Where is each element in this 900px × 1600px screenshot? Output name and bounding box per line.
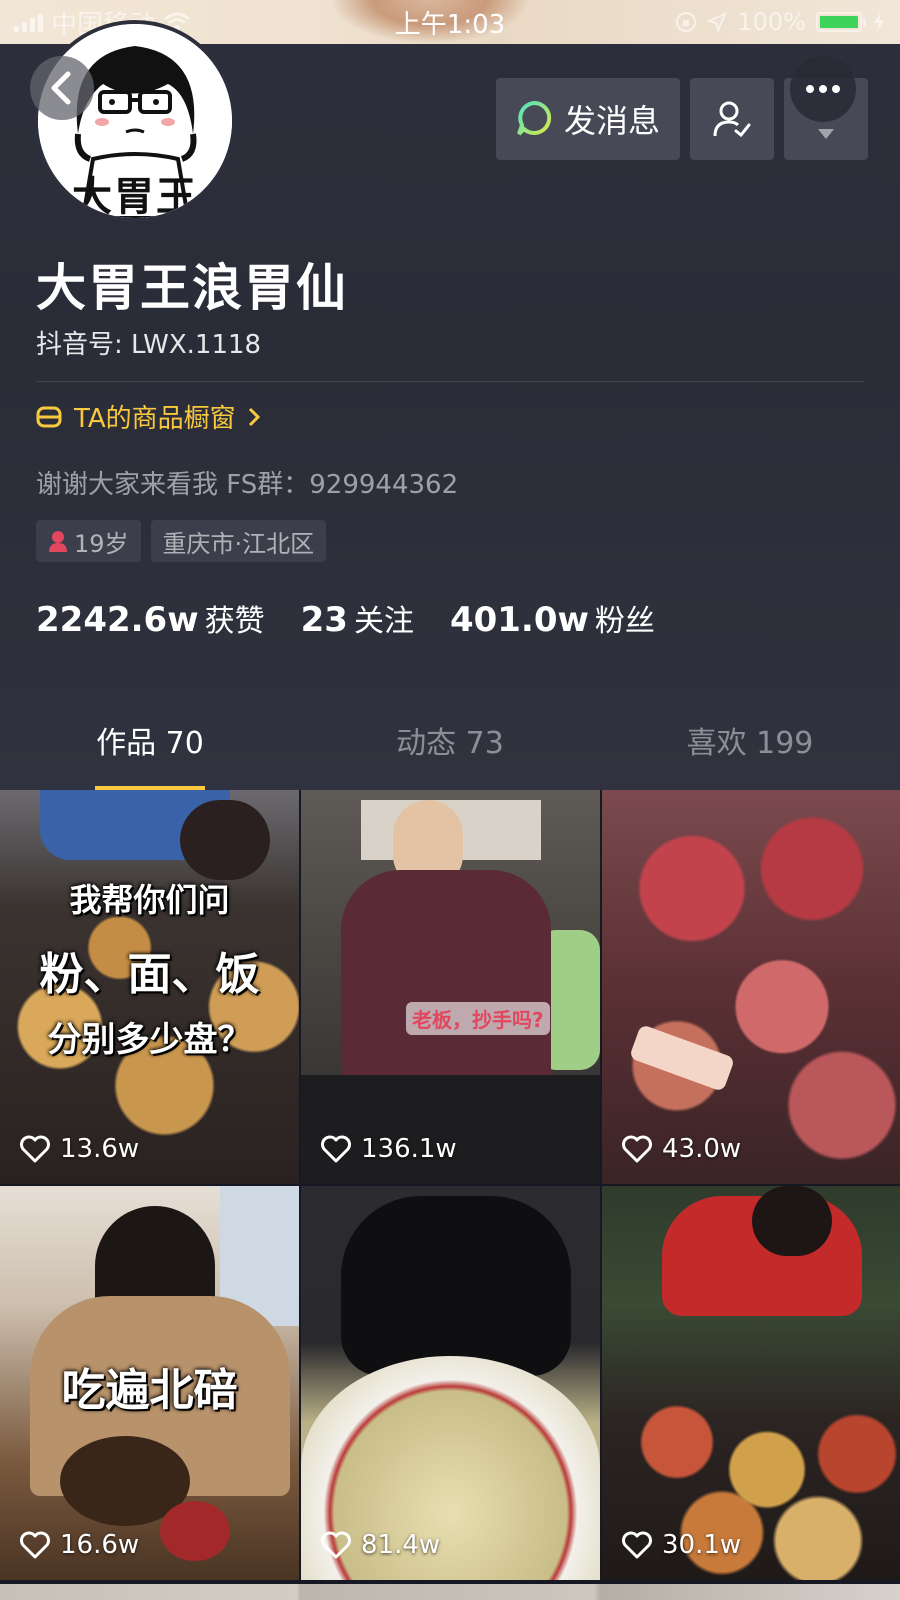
profile-tabs: 作品 70 动态 73 喜欢 199 <box>0 700 900 790</box>
fans-count: 401.0w <box>449 600 589 640</box>
signal-icon <box>14 12 43 32</box>
avatar[interactable]: 大胃王 <box>34 20 236 222</box>
location-tag: 重庆市·江北区 <box>150 520 327 562</box>
tab-activity[interactable]: 动态 73 <box>300 700 600 790</box>
likes-label: 获赞 <box>204 604 265 639</box>
shop-icon <box>36 406 62 427</box>
video-overlay-text: 分别多少盘？ <box>47 1020 252 1060</box>
more-options-button[interactable] <box>790 56 856 122</box>
orientation-lock-icon <box>676 12 697 32</box>
age-label: 19岁 <box>74 529 129 558</box>
female-icon <box>49 531 67 552</box>
chevron-left-icon <box>51 71 71 105</box>
likes-count: 2242.6w <box>36 600 199 640</box>
age-tag: 19岁 <box>36 520 141 562</box>
video-thumbnail[interactable]: 30.1w <box>602 1186 900 1580</box>
video-likes: 13.6w <box>20 1134 139 1164</box>
video-thumbnail[interactable]: 43.0w <box>602 790 900 1184</box>
following-count: 23 <box>300 600 348 640</box>
video-thumbnail[interactable]: 吃遍北碚 16.6w <box>0 1186 299 1580</box>
battery-icon <box>816 12 866 32</box>
video-overlay-text: 粉、面、饭 <box>39 949 260 1000</box>
video-likes: 16.6w <box>20 1530 139 1560</box>
status-right: 100% <box>675 8 886 36</box>
video-grid: 我帮你们问 粉、面、饭 分别多少盘？ 13.6w 老板，抄手吗? 136.1w <box>0 790 900 1580</box>
back-button[interactable] <box>30 56 94 120</box>
video-likes-count: 43.0w <box>662 1134 742 1164</box>
profile-stats: 2242.6w 获赞 23 关注 401.0w 粉丝 <box>36 596 655 640</box>
send-message-button[interactable]: 发消息 <box>496 78 680 160</box>
stat-following[interactable]: 23 关注 <box>301 596 414 640</box>
charging-icon <box>874 12 884 32</box>
video-likes: 43.0w <box>622 1134 741 1164</box>
video-likes: 30.1w <box>622 1530 741 1560</box>
video-likes-count: 81.4w <box>361 1530 441 1560</box>
profile-name: 大胃王浪胃仙 <box>36 259 348 317</box>
following-label: 关注 <box>353 604 414 639</box>
tab-liked[interactable]: 喜欢 199 <box>600 700 900 790</box>
product-showcase-link[interactable]: TA的商品橱窗 <box>36 398 260 435</box>
avatar-text: 大胃王 <box>72 174 198 220</box>
douyin-id[interactable]: 抖音号: LWX.1118 <box>36 324 261 361</box>
send-message-label: 发消息 <box>563 102 660 140</box>
divider <box>36 381 864 382</box>
tab-works[interactable]: 作品 70 <box>0 700 300 790</box>
video-likes-count: 16.6w <box>60 1530 140 1560</box>
profile-bio: 谢谢大家来看我 FS群：929944362 <box>36 470 459 500</box>
heart-icon <box>321 1531 351 1559</box>
video-likes-count: 30.1w <box>662 1530 742 1560</box>
video-overlay-text: 我帮你们问 <box>69 881 230 919</box>
video-thumbnail[interactable]: 我帮你们问 粉、面、饭 分别多少盘？ 13.6w <box>0 790 299 1184</box>
followed-button[interactable] <box>690 78 774 160</box>
video-overlay-text: 老板，抄手吗? <box>406 1002 550 1035</box>
video-likes-count: 136.1w <box>361 1134 457 1164</box>
profile-tags: 19岁 重庆市·江北区 <box>36 520 327 562</box>
user-check-icon <box>713 101 751 138</box>
heart-icon <box>20 1531 50 1559</box>
location-icon <box>707 12 728 32</box>
heart-icon <box>622 1135 652 1163</box>
heart-icon <box>622 1531 652 1559</box>
location-label: 重庆市·江北区 <box>162 529 315 558</box>
product-showcase-label: TA的商品橱窗 <box>74 404 236 434</box>
chevron-right-icon <box>248 407 260 426</box>
video-overlay-text: 吃遍北碚 <box>61 1365 238 1416</box>
heart-icon <box>20 1135 50 1163</box>
caret-down-icon <box>818 129 834 139</box>
video-likes-count: 13.6w <box>60 1134 140 1164</box>
video-likes: 81.4w <box>321 1530 440 1560</box>
video-thumbnail[interactable]: 81.4w <box>301 1186 600 1580</box>
video-likes: 136.1w <box>321 1134 457 1164</box>
battery-percent: 100% <box>737 8 806 36</box>
heart-icon <box>321 1135 351 1163</box>
stat-fans[interactable]: 401.0w 粉丝 <box>450 596 655 640</box>
chat-bubble-icon <box>517 100 552 136</box>
fans-label: 粉丝 <box>594 604 655 639</box>
video-thumbnail[interactable]: 老板，抄手吗? 136.1w <box>301 790 600 1184</box>
more-dots-icon <box>806 85 840 93</box>
stat-likes: 2242.6w 获赞 <box>36 596 265 640</box>
next-row-thumbnails[interactable] <box>0 1584 900 1600</box>
